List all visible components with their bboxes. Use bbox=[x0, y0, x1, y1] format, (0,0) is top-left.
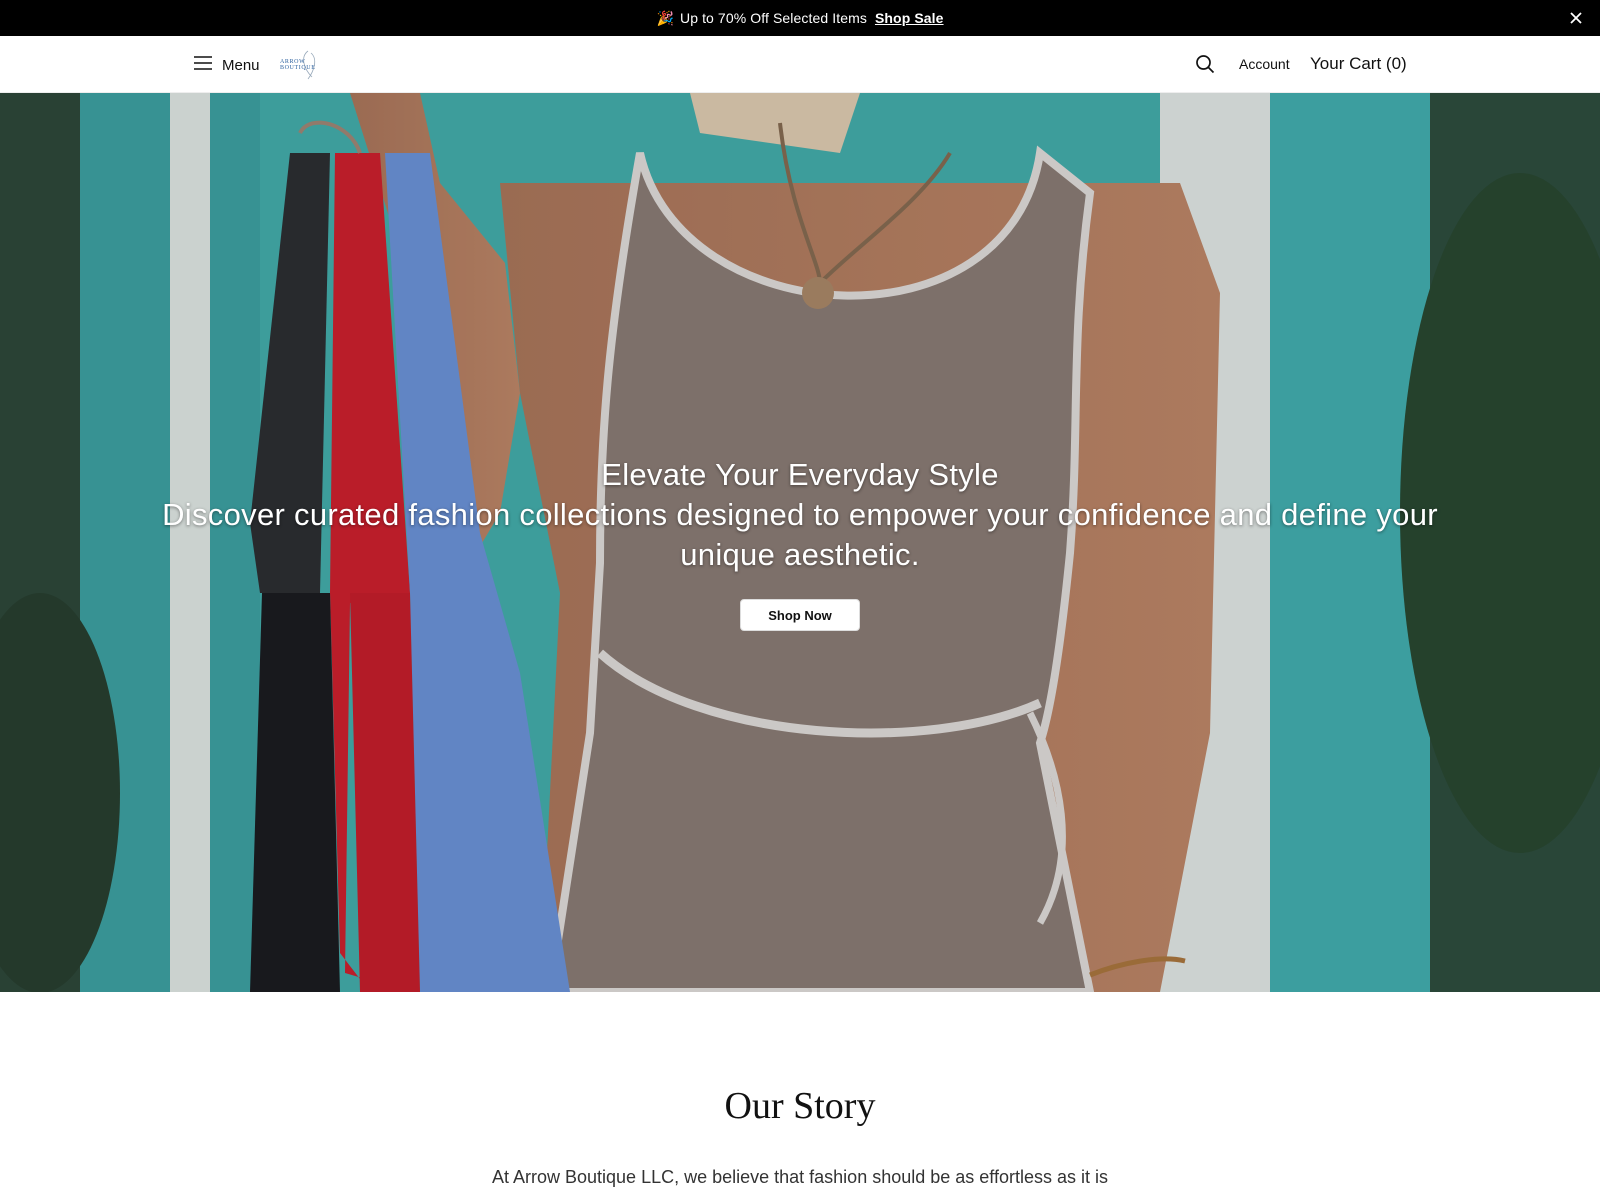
account-link[interactable]: Account bbox=[1239, 56, 1290, 72]
logo-text: ARROW BOUTIQUE bbox=[280, 59, 316, 71]
site-header: Menu ARROW BOUTIQUE Account Your Cart (0… bbox=[0, 36, 1600, 93]
story-title: Our Story bbox=[724, 1085, 876, 1127]
story-body: At Arrow Boutique LLC, we believe that f… bbox=[491, 1167, 1109, 1187]
menu-button[interactable]: Menu bbox=[194, 51, 260, 79]
hero-subtitle: Discover curated fashion collections des… bbox=[162, 497, 1438, 572]
menu-label: Menu bbox=[222, 56, 260, 74]
close-icon[interactable] bbox=[1566, 8, 1586, 28]
announcement-bar: 🎉 Up to 70% Off Selected Items Shop Sale bbox=[0, 0, 1600, 36]
party-popper-icon: 🎉 bbox=[656, 9, 674, 26]
hero-banner: Elevate Your Everyday Style Discover cur… bbox=[0, 93, 1600, 992]
hero-title: Elevate Your Everyday Style bbox=[601, 457, 999, 492]
shop-sale-link[interactable]: Shop Sale bbox=[875, 10, 944, 26]
logo[interactable]: ARROW BOUTIQUE bbox=[278, 49, 340, 81]
hero-text: Elevate Your Everyday Style Discover cur… bbox=[0, 455, 1600, 575]
announcement-text: Up to 70% Off Selected Items bbox=[679, 10, 867, 26]
hamburger-icon bbox=[194, 55, 212, 75]
search-icon[interactable] bbox=[1195, 54, 1217, 76]
shop-now-button[interactable]: Shop Now bbox=[740, 599, 860, 631]
cart-link[interactable]: Your Cart (0) bbox=[1310, 54, 1407, 74]
